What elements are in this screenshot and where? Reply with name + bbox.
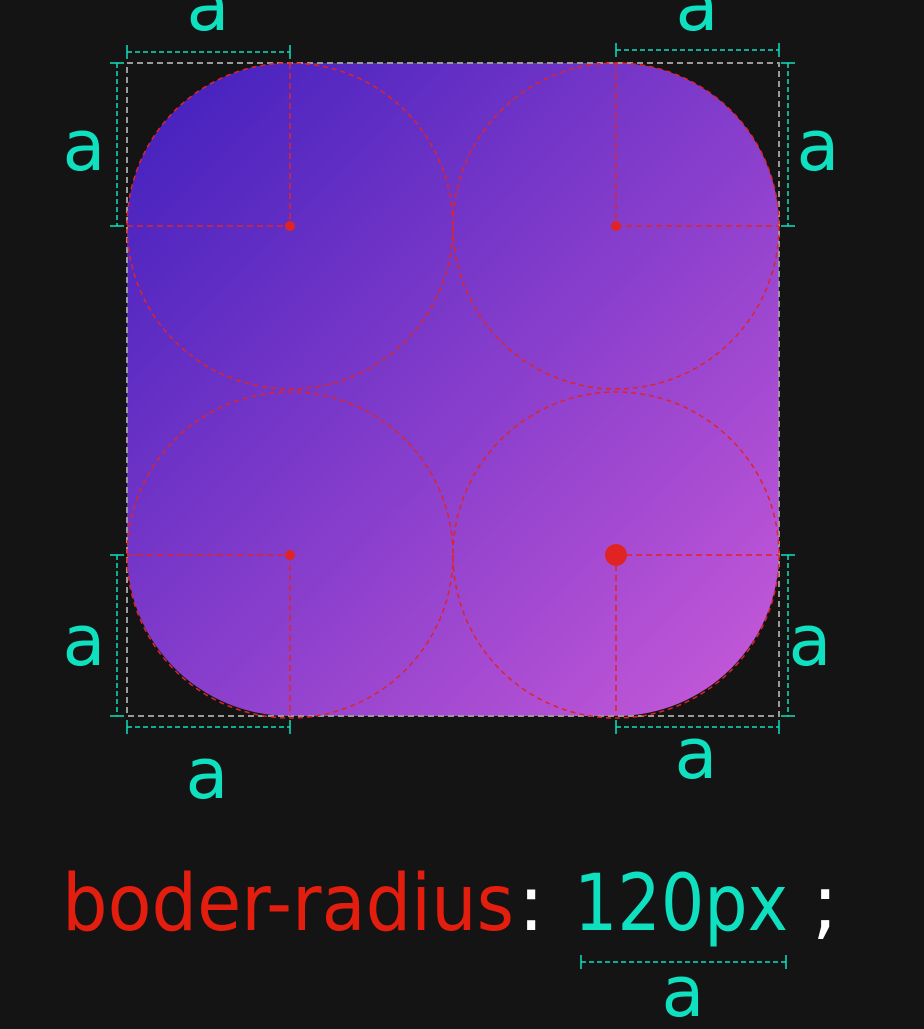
border-radius-diagram: a a a a a a a a a boder-radius : 120px ; xyxy=(62,0,840,1029)
code-line: boder-radius : 120px ; xyxy=(62,859,838,949)
label-bottom-left-v: a xyxy=(63,600,106,682)
dim-top-right-v xyxy=(781,62,795,227)
label-top-left-v: a xyxy=(63,105,106,187)
label-value: a xyxy=(662,951,705,1029)
dim-bottom-left-v xyxy=(110,554,124,717)
label-bottom-right-h: a xyxy=(675,713,718,795)
dim-top-left-v xyxy=(110,62,124,227)
code-value: 120px xyxy=(574,859,788,949)
code-semicolon: ; xyxy=(812,859,838,949)
center-dot-top-left xyxy=(285,221,295,231)
center-dot-bottom-left xyxy=(285,550,295,560)
label-top-left-h: a xyxy=(187,0,230,47)
center-dot-top-right xyxy=(611,221,621,231)
label-top-right-v: a xyxy=(797,105,840,187)
rounded-shape xyxy=(127,63,779,716)
label-bottom-left-h: a xyxy=(186,733,229,815)
center-dot-bottom-right xyxy=(605,544,627,566)
dim-bottom-left-h xyxy=(126,720,291,734)
label-bottom-right-v: a xyxy=(789,600,832,682)
code-property: boder-radius xyxy=(62,859,514,949)
dim-top-left-h xyxy=(126,45,291,59)
code-colon: : xyxy=(518,859,544,949)
label-top-right-h: a xyxy=(676,0,719,47)
